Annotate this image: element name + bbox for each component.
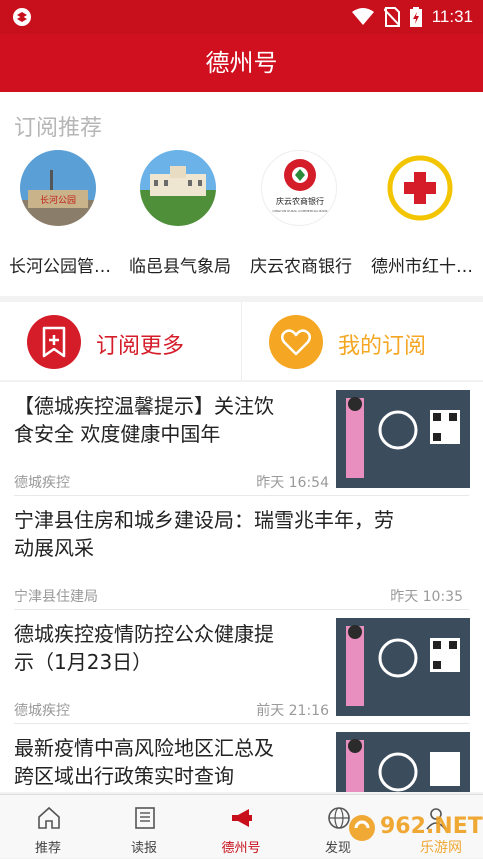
news-thumbnail: [336, 390, 470, 488]
news-list: 【德城疾控温馨提示】关注饮 食安全 欢度健康中国年 德城疾控 昨天 16:54 宁…: [0, 382, 483, 792]
wifi-icon: [351, 8, 374, 25]
news-source: 德城疾控: [14, 703, 70, 719]
recommend-item-redcross[interactable]: 德州市红十…: [362, 150, 482, 280]
bank-logo-text: 庆云农商银行: [276, 196, 324, 206]
tab-newspaper[interactable]: 读报: [96, 795, 192, 859]
my-subscriptions-label: 我的订阅: [338, 334, 427, 359]
bank-logo-subtext: QINGYUN RURAL COMMERCIAL BANK: [272, 209, 328, 213]
news-item[interactable]: 德城疾控疫情防控公众健康提 示（1月23日） 德城疾控 前天 21:16: [0, 610, 483, 724]
news-item[interactable]: 【德城疾控温馨提示】关注饮 食安全 欢度健康中国年 德城疾控 昨天 16:54: [0, 382, 483, 496]
news-time: 前天 21:16: [256, 703, 329, 719]
recommend-label: 长河公园管…: [9, 257, 111, 277]
park-sign-text: 长河公园: [40, 194, 76, 206]
weather-bureau-avatar: [140, 150, 216, 226]
recommend-section: 订阅推荐 长河公园 长河公园管… 临邑县气象局 庆云农商银行 QINGYUN R…: [0, 92, 483, 296]
news-source: 宁津县住建局: [14, 589, 98, 605]
page-title: 德州号: [0, 34, 483, 92]
news-item[interactable]: 最新疫情中高风险地区汇总及 跨区域出行政策实时查询: [0, 724, 483, 792]
news-source: 德城疾控: [14, 475, 70, 491]
news-title: 【德城疾控温馨提示】关注饮 食安全 欢度健康中国年: [14, 394, 274, 446]
park-avatar: 长河公园: [20, 150, 96, 226]
home-icon: [38, 806, 60, 829]
recommend-title: 订阅推荐: [14, 116, 103, 141]
heart-icon: [269, 315, 323, 369]
status-bar: 11:31: [0, 0, 483, 34]
red-cross-avatar: [382, 150, 458, 226]
recommend-label: 德州市红十…: [371, 257, 473, 277]
recommend-label: 庆云农商银行: [250, 257, 352, 277]
news-title: 最新疫情中高风险地区汇总及 跨区域出行政策实时查询: [14, 736, 274, 788]
news-title: 德城疾控疫情防控公众健康提 示（1月23日）: [14, 622, 274, 674]
news-item[interactable]: 宁津县住房和城乡建设局：瑞雪兆丰年，劳 动展风采 宁津县住建局 昨天 10:35: [0, 496, 483, 610]
news-time: 昨天 10:35: [390, 589, 463, 605]
recommend-item-park[interactable]: 长河公园 长河公园管…: [0, 150, 120, 280]
newspaper-icon: [135, 807, 155, 829]
recommend-item-bank[interactable]: 庆云农商银行 QINGYUN RURAL COMMERCIAL BANK 庆云农…: [241, 150, 361, 280]
add-subscription-icon: [27, 315, 81, 369]
watermark-text: 962.NET: [380, 814, 483, 839]
my-subscriptions-button[interactable]: 我的订阅: [242, 302, 482, 380]
news-title: 宁津县住房和城乡建设局：瑞雪兆丰年，劳 动展风采: [14, 508, 394, 560]
tab-dezhou-hao[interactable]: 德州号: [193, 795, 289, 859]
tab-recommend[interactable]: 推荐: [0, 795, 96, 859]
news-thumbnail: [336, 618, 470, 716]
bank-logo-avatar: 庆云农商银行 QINGYUN RURAL COMMERCIAL BANK: [261, 150, 337, 226]
subscribe-row: 订阅更多 我的订阅: [0, 302, 483, 380]
news-thumbnail: [336, 732, 470, 792]
tab-label: 德州号: [221, 841, 261, 856]
recommend-label: 临邑县气象局: [129, 257, 231, 277]
tab-label: 推荐: [34, 841, 61, 856]
clock: 11:31: [431, 7, 473, 26]
app-notification-icon: [13, 8, 31, 26]
site-watermark: 962.NET 乐游网: [349, 814, 483, 856]
subscribe-more-label: 订阅更多: [96, 334, 185, 359]
megaphone-icon: [232, 809, 252, 827]
news-time: 昨天 16:54: [256, 475, 329, 491]
watermark-subtext: 乐游网: [420, 840, 462, 856]
battery-charging-icon: [409, 7, 422, 27]
tab-label: 读报: [130, 841, 157, 856]
recommend-item-weather[interactable]: 临邑县气象局: [120, 150, 240, 280]
subscribe-more-button[interactable]: 订阅更多: [0, 302, 240, 380]
no-sim-icon: [383, 7, 400, 27]
